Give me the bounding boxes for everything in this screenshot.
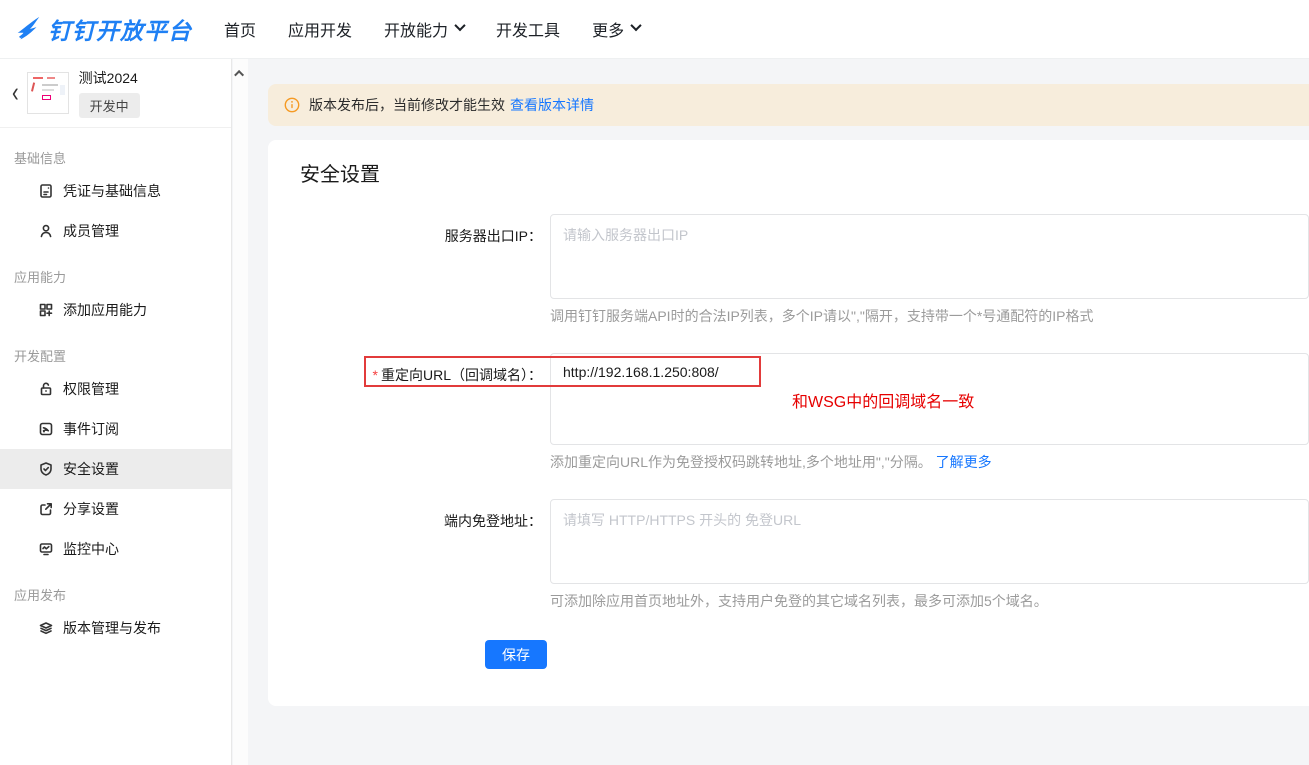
learn-more-link[interactable]: 了解更多 [936,454,992,470]
logo-text: 钉钉开放平台 [48,12,192,46]
form-row-sso-address: 端内免登地址： 可添加除应用首页地址外，支持用户免登的其它域名列表，最多可添加5… [300,499,1309,611]
sidebar-scrollbar[interactable] [233,59,248,765]
form-row-server-ip: 服务器出口IP： 调用钉钉服务端API时的合法IP列表，多个IP请以","隔开，… [300,214,1309,326]
dingtalk-logo[interactable]: 钉钉开放平台 [14,12,192,46]
sidebar-nav: 基础信息 凭证与基础信息 成员管理 应用能力 添加应用能力 开发配置 权 [0,128,231,648]
event-subscription-icon [38,421,54,437]
nav-open-capability[interactable]: 开放能力 [368,17,480,41]
info-icon [284,97,300,113]
save-button[interactable]: 保存 [485,640,547,669]
permission-icon [38,381,54,397]
sidebar-item-version-release[interactable]: 版本管理与发布 [0,608,231,648]
top-header: 钉钉开放平台 首页 应用开发 开放能力 开发工具 更多 [0,0,1309,59]
app-thumbnail [27,72,69,114]
top-navigation: 首页 应用开发 开放能力 开发工具 更多 [208,17,656,41]
sidebar-app-header: ‹ 测试2024 开发中 [0,59,231,128]
monitor-icon [38,541,54,557]
view-version-details-link[interactable]: 查看版本详情 [510,95,594,115]
share-icon [38,501,54,517]
sidebar-item-security-settings[interactable]: 安全设置 [0,449,231,489]
sidebar-item-share-settings[interactable]: 分享设置 [0,489,231,529]
dingtalk-wing-icon [14,14,44,44]
main-content: 版本发布后，当前修改才能生效 查看版本详情 安全设置 服务器出口IP： 调用钉钉… [248,59,1309,765]
sidebar-item-members[interactable]: 成员管理 [0,211,231,251]
add-capability-icon [38,302,54,318]
section-app-capability: 应用能力 [0,255,231,290]
sidebar: ‹ 测试2024 开发中 基础信息 凭证与基础信息 成员管理 应用能力 [0,59,232,765]
app-name: 测试2024 [79,68,140,88]
version-notice-banner: 版本发布后，当前修改才能生效 查看版本详情 [268,84,1309,126]
section-basic-info: 基础信息 [0,136,231,171]
scroll-up-arrow-icon[interactable] [233,65,248,81]
server-ip-input[interactable] [550,214,1309,299]
security-icon [38,461,54,477]
section-dev-config: 开发配置 [0,334,231,369]
section-app-release: 应用发布 [0,573,231,608]
version-icon [38,620,54,636]
nav-app-development[interactable]: 应用开发 [272,17,368,41]
credential-icon [38,183,54,199]
nav-dev-tools[interactable]: 开发工具 [480,17,576,41]
form-row-redirect-url: 和WSG中的回调域名一致 *重定向URL（回调域名）： http://192.1… [300,353,1309,472]
app-status-badge: 开发中 [79,93,140,118]
banner-text: 版本发布后，当前修改才能生效 [309,95,505,115]
nav-more[interactable]: 更多 [576,17,656,41]
sidebar-item-permissions[interactable]: 权限管理 [0,369,231,409]
security-settings-card: 安全设置 服务器出口IP： 调用钉钉服务端API时的合法IP列表，多个IP请以"… [268,140,1309,706]
sidebar-item-credentials[interactable]: 凭证与基础信息 [0,171,231,211]
back-icon[interactable]: ‹ [12,79,19,107]
member-icon [38,223,54,239]
sso-address-input[interactable] [550,499,1309,584]
redirect-url-input[interactable]: http://192.168.1.250:808/ [550,353,1309,445]
sso-address-label: 端内免登地址： [300,499,550,611]
sidebar-item-monitor-center[interactable]: 监控中心 [0,529,231,569]
sidebar-item-add-capability[interactable]: 添加应用能力 [0,290,231,330]
sso-address-help: 可添加除应用首页地址外，支持用户免登的其它域名列表，最多可添加5个域名。 [550,591,1309,611]
redirect-url-help: 添加重定向URL作为免登授权码跳转地址,多个地址用","分隔。 了解更多 [550,452,1309,472]
sidebar-item-event-subscription[interactable]: 事件订阅 [0,409,231,449]
chevron-down-icon [630,20,641,31]
page-title: 安全设置 [300,158,1309,187]
server-ip-help: 调用钉钉服务端API时的合法IP列表，多个IP请以","隔开，支持带一个*号通配… [550,306,1309,326]
redirect-url-label: *重定向URL（回调域名）： [300,353,550,472]
server-ip-label: 服务器出口IP： [300,214,550,326]
chevron-down-icon [454,20,465,31]
required-asterisk: * [373,367,378,383]
nav-home[interactable]: 首页 [208,17,272,41]
